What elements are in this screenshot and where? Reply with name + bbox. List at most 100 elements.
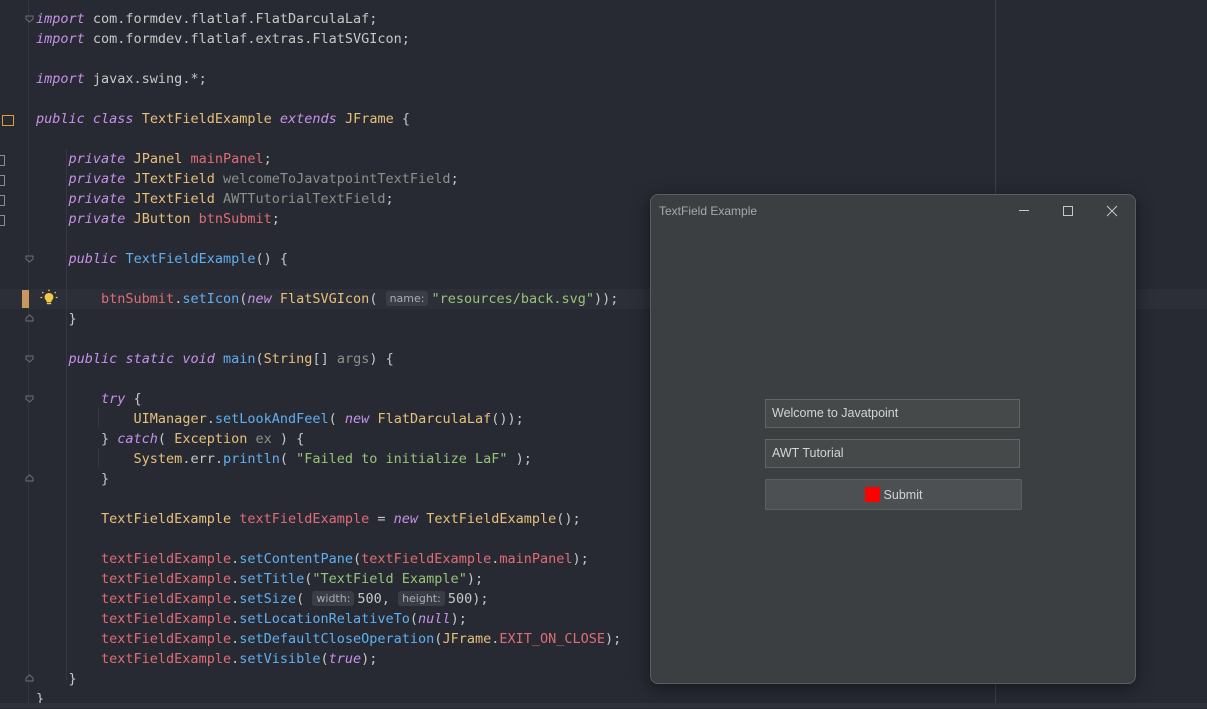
code-line[interactable]: try { (36, 389, 142, 409)
code-token: private (68, 191, 126, 207)
close-icon[interactable] (1102, 201, 1122, 221)
code-line[interactable]: System.err.println( "Failed to initializ… (36, 449, 532, 469)
code-token: setIcon (182, 291, 240, 307)
fold-icon[interactable] (25, 314, 34, 323)
code-token: textFieldExample (239, 511, 370, 527)
submit-button[interactable]: Submit (765, 479, 1022, 510)
code-token: args (336, 351, 370, 367)
code-line[interactable]: public class TextFieldExample extends JF… (36, 109, 410, 129)
change-marker[interactable] (22, 290, 29, 308)
textfield-example-window[interactable]: TextField Example Welcome to Javatpoint … (650, 194, 1136, 684)
code-token: textFieldExample (361, 551, 492, 567)
code-token: JTextField (133, 171, 215, 187)
code-line[interactable]: public TextFieldExample() { (36, 249, 288, 269)
code-token: ( (279, 451, 297, 467)
code-token: "Failed to initialize LaF" (296, 451, 508, 467)
code-line[interactable]: textFieldExample.setSize( width: 500, hei… (36, 589, 488, 609)
code-token: . (231, 551, 240, 567)
code-line[interactable]: textFieldExample.setTitle("TextField Exa… (36, 569, 483, 589)
fold-icon[interactable] (25, 14, 34, 23)
code-token: () { (255, 251, 288, 267)
code-line[interactable]: textFieldExample.setLocationRelativeTo(n… (36, 609, 467, 629)
code-line[interactable]: } (36, 669, 77, 689)
code-line[interactable]: private JTextField AWTTutorialTextField; (36, 189, 394, 209)
parameter-hint: height: (398, 591, 445, 606)
code-token: javax.swing.*; (84, 71, 207, 87)
welcome-text-field[interactable]: Welcome to Javatpoint (765, 399, 1020, 428)
code-token: ( (353, 551, 362, 567)
code-line[interactable]: private JPanel mainPanel; (36, 149, 272, 169)
code-token: . (231, 571, 240, 587)
code-token: .err. (182, 451, 223, 467)
code-token: 500, (357, 591, 399, 607)
code-token: 500); (447, 591, 489, 607)
code-line[interactable]: btnSubmit.setIcon(new FlatSVGIcon( name:… (36, 289, 618, 309)
code-token: catch (117, 431, 158, 447)
code-line[interactable]: import com.formdev.flatlaf.FlatDarculaLa… (36, 9, 377, 29)
class-icon (2, 115, 14, 126)
code-line[interactable]: } (36, 469, 109, 489)
code-token: new (393, 511, 419, 527)
fold-icon[interactable] (25, 254, 34, 263)
field-marker-icon (0, 195, 5, 206)
code-token: (); (556, 511, 581, 527)
scrollbar-track[interactable] (0, 703, 1207, 708)
code-token: UIManager (133, 411, 207, 427)
code-token: ( (320, 651, 329, 667)
code-line[interactable]: TextFieldExample textFieldExample = new … (36, 509, 581, 529)
code-token: setLookAndFeel (214, 411, 329, 427)
fold-icon[interactable] (25, 474, 34, 483)
awt-tutorial-text-field[interactable]: AWT Tutorial (765, 439, 1020, 468)
code-token: ; (271, 211, 280, 227)
code-token: )); (594, 291, 619, 307)
fold-icon[interactable] (25, 354, 34, 363)
code-token: true (328, 651, 362, 667)
field-marker-icon (0, 215, 5, 226)
parameter-hint: width: (312, 591, 355, 606)
code-line[interactable]: textFieldExample.setContentPane(textFiel… (36, 549, 589, 569)
code-token: import (36, 71, 85, 87)
code-token: ex (255, 431, 272, 447)
maximize-icon[interactable] (1058, 201, 1078, 221)
code-token: ); (466, 571, 484, 587)
code-token: new (344, 411, 370, 427)
code-line[interactable]: } (36, 309, 77, 329)
field-marker-icon (0, 175, 5, 186)
code-token: textFieldExample (101, 611, 232, 627)
code-token: ( (157, 431, 175, 447)
code-line[interactable]: import com.formdev.flatlaf.extras.FlatSV… (36, 29, 410, 49)
code-token: JFrame (344, 111, 394, 127)
code-token: ; (263, 151, 272, 167)
code-token: mainPanel (190, 151, 264, 167)
fold-icon[interactable] (25, 394, 34, 403)
code-line[interactable]: UIManager.setLookAndFeel( new FlatDarcul… (36, 409, 524, 429)
code-line[interactable]: textFieldExample.setVisible(true); (36, 649, 377, 669)
code-line[interactable]: public static void main(String[] args) { (36, 349, 394, 369)
code-token: . (231, 611, 240, 627)
code-line[interactable]: private JButton btnSubmit; (36, 209, 280, 229)
code-line[interactable]: import javax.swing.*; (36, 69, 207, 89)
code-token: AWTTutorialTextField (222, 191, 386, 207)
minimize-icon[interactable] (1014, 201, 1034, 221)
code-line[interactable]: } catch( Exception ex ) { (36, 429, 304, 449)
code-token: null (418, 611, 451, 627)
code-line[interactable]: private JTextField welcomeToJavatpointTe… (36, 169, 459, 189)
code-token: setVisible (239, 651, 321, 667)
code-token: setTitle (239, 571, 305, 587)
code-line[interactable]: textFieldExample.setDefaultCloseOperatio… (36, 629, 621, 649)
code-token: . (206, 411, 215, 427)
fold-icon[interactable] (25, 674, 34, 683)
code-token: setSize (239, 591, 297, 607)
